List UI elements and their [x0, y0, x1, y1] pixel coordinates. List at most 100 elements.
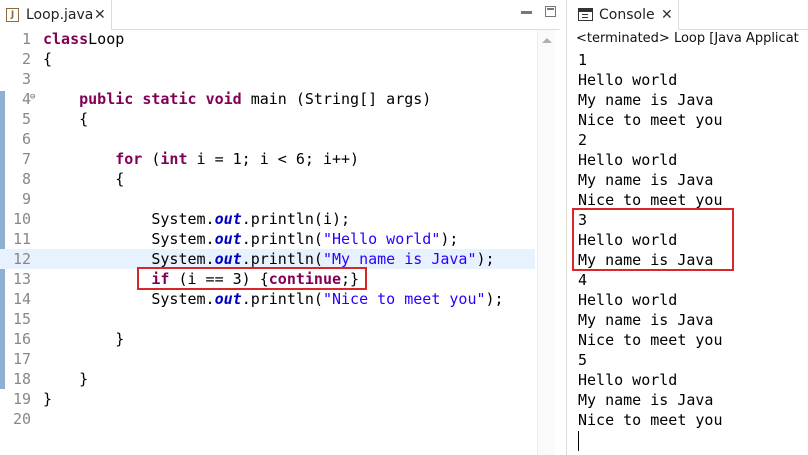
code-token: i = 1; i < 6; i++) — [187, 150, 360, 168]
code-line[interactable]: 20 — [0, 409, 535, 429]
line-number: 5 — [21, 110, 31, 128]
console-line: My name is Java — [578, 311, 714, 329]
code-line[interactable]: 14 System.out.println("Nice to meet you"… — [0, 289, 535, 309]
keyword-token: int — [160, 150, 188, 168]
line-number: 9 — [21, 190, 31, 208]
code-token: .println( — [241, 230, 323, 248]
code-line[interactable]: 12 System.out.println("My name is Java")… — [0, 249, 535, 269]
console-view[interactable]: Console ✕ <terminated> Loop [Java Applic… — [566, 0, 808, 455]
line-number: 7 — [21, 150, 31, 168]
console-line: Nice to meet you — [578, 191, 723, 209]
code-line[interactable]: 19} — [0, 389, 535, 409]
line-number: 6 — [21, 130, 31, 148]
code-line[interactable]: 4 ⊖ public static void main (String[] arg… — [0, 89, 535, 109]
code-token: System. — [43, 210, 215, 228]
code-token: System. — [43, 230, 215, 248]
line-number: 19 — [12, 390, 31, 408]
line-number: 17 — [12, 350, 31, 368]
console-line: Hello world — [578, 151, 678, 169]
line-number: 15 — [12, 310, 31, 328]
code-token: } — [43, 330, 125, 348]
code-line[interactable]: 11 System.out.println("Hello world"); — [0, 229, 535, 249]
line-number: 3 — [21, 70, 31, 88]
minimize-icon[interactable] — [521, 11, 532, 14]
code-token: .println( — [241, 290, 323, 308]
line-number: 18 — [12, 370, 31, 388]
code-text: System.out.println(i); — [43, 209, 350, 229]
code-text: { — [43, 109, 88, 129]
code-line[interactable]: 9 — [0, 189, 535, 209]
code-line[interactable]: 17 — [0, 349, 535, 369]
keyword-token: static — [142, 90, 197, 108]
code-text: } — [43, 329, 124, 349]
code-line[interactable]: 18 } — [0, 369, 535, 389]
tab-loop-java[interactable]: J Loop.java ✕ — [0, 0, 112, 30]
field-token: out — [214, 230, 242, 248]
keyword-token: for — [115, 150, 143, 168]
vertical-scrollbar[interactable] — [537, 30, 555, 455]
line-number: 2 — [21, 50, 31, 68]
code-token: .println( — [241, 250, 323, 268]
line-number: 8 — [21, 170, 31, 188]
annotation-box-output-3 — [572, 208, 734, 271]
tab-console[interactable]: Console ✕ — [567, 0, 679, 30]
line-number: 12 — [12, 250, 31, 268]
text-caret — [578, 431, 579, 451]
keyword-token: class — [43, 30, 89, 48]
code-line[interactable]: 1 classLoop — [0, 29, 535, 49]
line-number: 14 — [12, 290, 31, 308]
console-status: <terminated> Loop [Java Applicat — [576, 31, 799, 46]
close-icon[interactable]: ✕ — [94, 0, 106, 30]
keyword-token: public — [79, 90, 134, 108]
code-token: } — [43, 370, 89, 388]
console-line: 2 — [578, 131, 588, 149]
code-text: classLoop — [43, 29, 124, 49]
code-line[interactable]: 7 for (int i = 1; i < 6; i++) — [0, 149, 535, 169]
code-line[interactable]: 15 — [0, 309, 535, 329]
code-token: ); — [485, 290, 504, 308]
console-icon — [578, 8, 593, 21]
console-line: Hello world — [578, 371, 678, 389]
console-line: Hello world — [578, 71, 678, 89]
code-editor[interactable]: J Loop.java ✕ 1 classLoop 2{3 4 ⊖ public sta… — [0, 0, 560, 455]
console-tab-bar: Console ✕ — [567, 0, 808, 30]
code-text: { — [43, 49, 52, 69]
java-file-icon: J — [6, 8, 19, 22]
code-text: { — [43, 169, 124, 189]
code-token: .println(i); — [241, 210, 351, 228]
code-line[interactable]: 10 System.out.println(i); — [0, 209, 535, 229]
editor-tab-bar: J Loop.java ✕ — [0, 0, 560, 30]
tab-label: Console — [599, 7, 655, 23]
console-line: 4 — [578, 271, 588, 289]
code-token: ); — [476, 250, 495, 268]
fold-collapse-icon[interactable]: ⊖ — [30, 92, 35, 102]
code-token: { — [43, 170, 125, 188]
code-line[interactable]: 8 { — [0, 169, 535, 189]
close-icon[interactable]: ✕ — [661, 0, 673, 30]
field-token: out — [214, 250, 242, 268]
code-line[interactable]: 2{ — [0, 49, 535, 69]
scroll-up-icon[interactable] — [542, 38, 552, 43]
code-text: System.out.println("Hello world"); — [43, 229, 458, 249]
console-line: My name is Java — [578, 171, 714, 189]
code-token: { — [43, 110, 89, 128]
maximize-icon[interactable] — [545, 6, 556, 17]
code-line[interactable]: 5 { — [0, 109, 535, 129]
keyword-token: void — [205, 90, 242, 108]
line-number: 20 — [12, 410, 31, 428]
line-number: 16 — [12, 330, 31, 348]
code-token: Loop — [88, 30, 125, 48]
code-token: { — [43, 50, 53, 68]
console-line: 1 — [578, 51, 588, 69]
line-number: 1 — [21, 30, 31, 48]
field-token: out — [214, 210, 242, 228]
console-line: Hello world — [578, 291, 678, 309]
console-line: My name is Java — [578, 91, 714, 109]
code-line[interactable]: 6 — [0, 129, 535, 149]
code-line[interactable]: 16 } — [0, 329, 535, 349]
code-text: } — [43, 369, 88, 389]
code-line[interactable]: 3 — [0, 69, 535, 89]
